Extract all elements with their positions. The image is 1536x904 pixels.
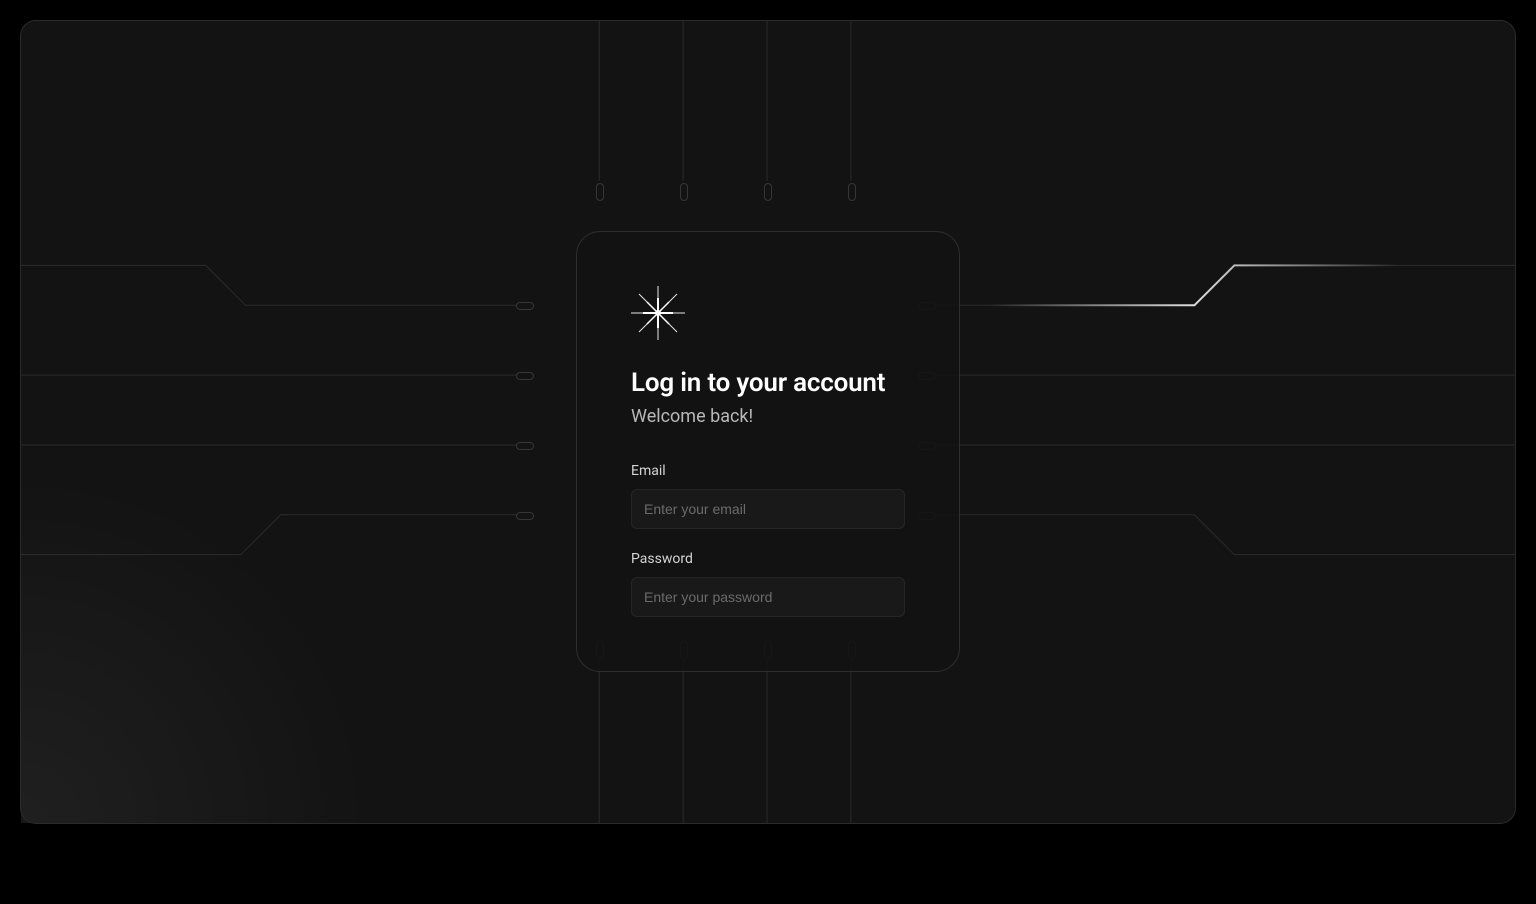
login-heading: Log in to your account — [631, 368, 905, 398]
password-label: Password — [631, 551, 905, 567]
circuit-pin — [516, 372, 534, 380]
email-input[interactable] — [631, 489, 905, 529]
circuit-pin — [680, 183, 688, 201]
circuit-pin — [596, 183, 604, 201]
login-subheading: Welcome back! — [631, 406, 905, 427]
background-glow — [21, 473, 371, 823]
email-group: Email — [631, 463, 905, 529]
circuit-pin — [764, 183, 772, 201]
outer-frame: Log in to your account Welcome back! Ema… — [20, 20, 1516, 824]
logo-starburst-icon — [631, 286, 905, 344]
email-label: Email — [631, 463, 905, 479]
circuit-pin — [516, 512, 534, 520]
circuit-pin — [516, 442, 534, 450]
circuit-pin — [516, 302, 534, 310]
circuit-pin — [848, 183, 856, 201]
password-input[interactable] — [631, 577, 905, 617]
login-card: Log in to your account Welcome back! Ema… — [576, 231, 960, 672]
password-group: Password — [631, 551, 905, 617]
